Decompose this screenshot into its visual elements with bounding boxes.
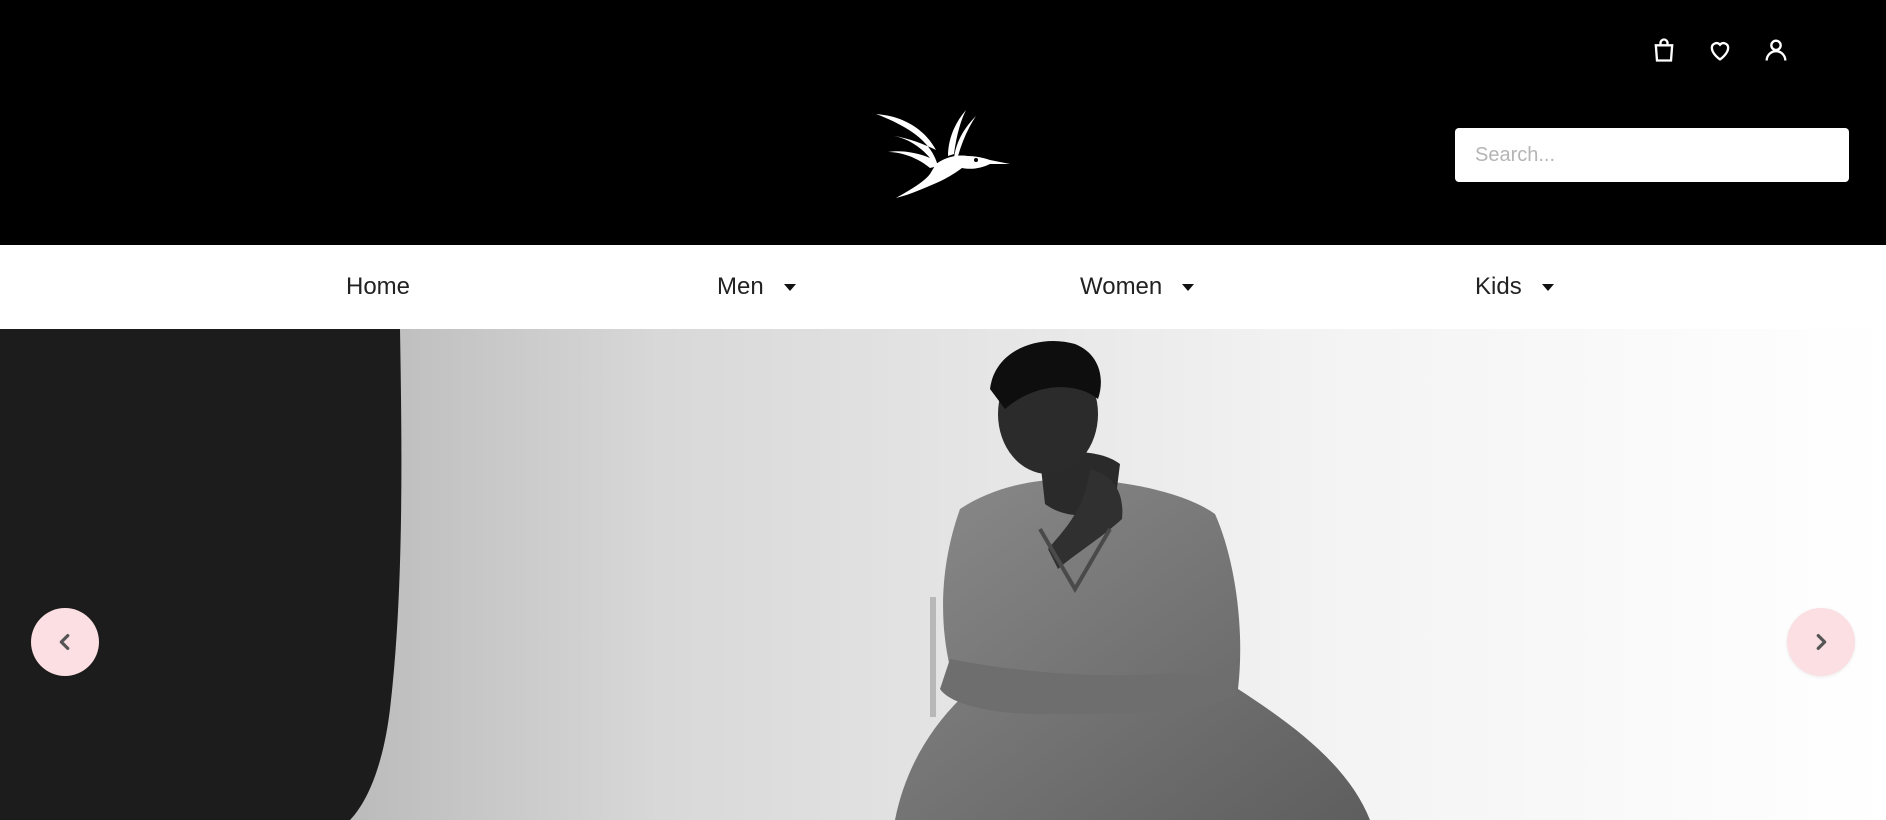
hummingbird-logo[interactable] xyxy=(872,108,1012,200)
nav-item-label: Home xyxy=(346,273,411,300)
nav-item-label: Men xyxy=(717,273,764,300)
search-input[interactable] xyxy=(1455,128,1849,182)
nav-item-label: Kids xyxy=(1475,273,1522,300)
heart-icon xyxy=(1710,42,1730,61)
caret-down-icon xyxy=(1182,283,1195,291)
main-nav: Home Men Women Kids xyxy=(0,245,1886,329)
shopping-bag-icon xyxy=(1654,38,1674,62)
hero-image xyxy=(0,329,1886,820)
caret-down-icon xyxy=(783,283,796,291)
cart-button[interactable] xyxy=(1636,32,1692,68)
nav-item-label: Women xyxy=(1080,273,1163,300)
carousel-next-button[interactable] xyxy=(1787,608,1855,676)
user-icon xyxy=(1765,39,1787,61)
hero-carousel xyxy=(0,329,1886,820)
site-header xyxy=(0,0,1886,245)
chevron-right-icon xyxy=(1816,633,1827,651)
header-icon-bar xyxy=(1636,32,1804,68)
nav-item-men[interactable]: Men xyxy=(717,245,796,329)
wishlist-button[interactable] xyxy=(1692,32,1748,68)
chevron-left-icon xyxy=(59,633,70,651)
carousel-prev-button[interactable] xyxy=(31,608,99,676)
account-button[interactable] xyxy=(1748,32,1804,68)
nav-item-women[interactable]: Women xyxy=(1080,245,1195,329)
nav-item-home[interactable]: Home xyxy=(346,245,410,329)
nav-item-kids[interactable]: Kids xyxy=(1475,245,1554,329)
caret-down-icon xyxy=(1541,283,1554,291)
